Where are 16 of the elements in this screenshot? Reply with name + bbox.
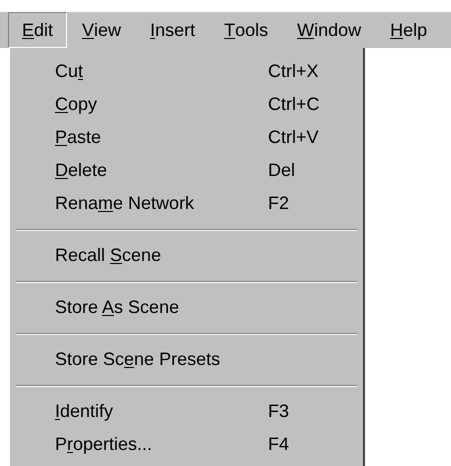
menu-item[interactable]: Rename Network F2 [10, 187, 363, 220]
menu-item[interactable]: Paste Ctrl+V [10, 121, 363, 154]
menu-item[interactable]: Identify F3 [10, 395, 363, 428]
menu-item[interactable]: Delete Del [10, 154, 363, 187]
menu-bar-item[interactable]: View [68, 12, 136, 48]
menu-item[interactable]: Store As Scene [10, 291, 363, 324]
menu-bar-item[interactable]: Tools [210, 12, 282, 48]
menu-item[interactable]: Recall Scene [10, 239, 363, 272]
menu-bar-item[interactable]: Insert [136, 12, 210, 48]
menu-item[interactable]: Properties... F4 [10, 428, 363, 461]
menu-item[interactable]: Store Scene Presets [10, 343, 363, 376]
menu-bar-item[interactable]: Window [283, 12, 376, 48]
menu-item[interactable]: Copy Ctrl+C [10, 88, 363, 121]
menu-bar-item[interactable]: Edit [8, 12, 68, 48]
menu-item[interactable]: Cut Ctrl+X [10, 55, 363, 88]
menu-bar-item[interactable]: Help [376, 12, 442, 48]
